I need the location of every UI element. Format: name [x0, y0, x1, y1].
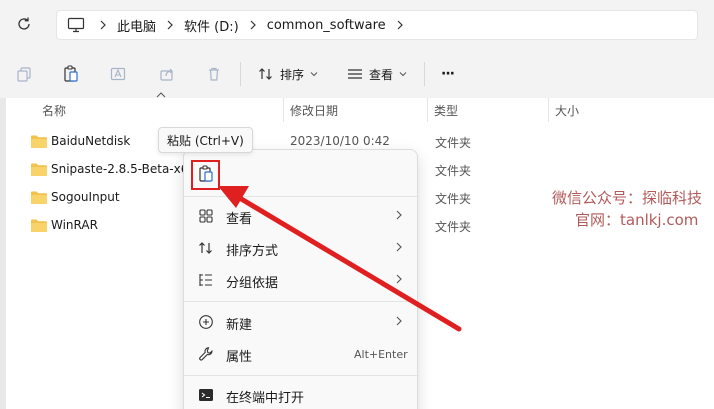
paste-highlight-box [191, 160, 220, 190]
sort-button[interactable]: 排序 [258, 62, 318, 86]
chevron-right-icon [396, 274, 402, 284]
trash-icon [209, 67, 219, 81]
folder-icon [31, 191, 47, 204]
column-header-size[interactable]: 大小 [555, 102, 579, 119]
breadcrumb-drive-d[interactable]: 软件 (D:) [184, 16, 239, 35]
column-header-type[interactable]: 类型 [434, 102, 458, 119]
menu-divider [184, 196, 419, 197]
chevron-right-icon[interactable] [239, 10, 267, 40]
breadcrumb-this-pc[interactable]: 此电脑 [117, 16, 156, 35]
menu-item-new[interactable]: 新建 [184, 306, 419, 338]
breadcrumb-common-software[interactable]: common_software [267, 18, 386, 33]
paste-tooltip: 粘贴 (Ctrl+V) [158, 127, 253, 153]
chevron-down-icon [399, 72, 407, 77]
file-name: SogouInput [51, 190, 120, 204]
plus-circle-icon [198, 314, 214, 330]
chevron-right-icon[interactable] [156, 10, 184, 40]
context-menu: 查看 排序方式 分组依据 新建 属性 Alt+Enter 在终端中打开 [183, 149, 419, 409]
grid-icon [198, 208, 214, 224]
chevron-right-icon[interactable] [386, 10, 414, 40]
group-icon [198, 272, 214, 288]
file-name: BaiduNetdisk [51, 134, 131, 148]
toolbar-divider [424, 62, 425, 86]
file-type: 文件夹 [435, 136, 472, 150]
computer-icon [67, 10, 89, 40]
more-options-button[interactable]: ··· [441, 62, 455, 86]
rename-button[interactable] [106, 62, 130, 86]
view-button[interactable]: 查看 [347, 62, 407, 86]
copy-icon [17, 67, 31, 82]
column-header-date[interactable]: 修改日期 [290, 102, 338, 119]
folder-icon [31, 135, 47, 148]
menu-divider [184, 375, 419, 376]
menu-item-sort-by[interactable]: 排序方式 [184, 232, 419, 264]
menu-item-group-by[interactable]: 分组依据 [184, 264, 419, 296]
file-type: 文件夹 [435, 220, 472, 234]
file-name: Snipaste-2.8.5-Beta-x64 [51, 162, 197, 176]
menu-item-label: 属性 [226, 350, 253, 365]
rename-icon [110, 67, 126, 81]
column-divider[interactable] [427, 98, 428, 122]
folder-icon [31, 163, 47, 176]
watermark-wechat: 微信公众号：探临科技 [552, 189, 703, 207]
wrench-icon [198, 346, 214, 362]
refresh-button[interactable] [12, 12, 36, 36]
clipboard-icon [64, 65, 78, 82]
sort-ascending-icon [156, 92, 166, 98]
menu-item-label: 查看 [226, 212, 253, 227]
sort-icon [198, 240, 214, 256]
sort-icon [259, 68, 272, 80]
context-menu-quick-actions [184, 150, 419, 196]
file-date: 2023/10/10 0:42 [290, 134, 390, 148]
chevron-down-icon [310, 72, 318, 77]
sort-label: 排序 [280, 67, 305, 82]
column-header-name[interactable]: 名称 [42, 102, 66, 119]
chevron-right-icon [396, 210, 402, 220]
toolbar-divider [240, 62, 241, 86]
file-type: 文件夹 [435, 192, 472, 206]
menu-item-properties[interactable]: 属性 Alt+Enter [184, 338, 419, 370]
chevron-right-icon[interactable] [89, 10, 117, 40]
folder-icon [31, 219, 47, 232]
file-name: WinRAR [51, 218, 98, 232]
list-view-icon [348, 69, 362, 79]
delete-button[interactable] [202, 62, 226, 86]
menu-item-shortcut: Alt+Enter [354, 348, 408, 361]
menu-item-label: 新建 [226, 318, 253, 333]
refresh-icon [18, 17, 30, 30]
file-type: 文件夹 [435, 164, 472, 178]
paste-toolbar-button[interactable] [59, 62, 83, 86]
breadcrumb[interactable]: 此电脑 软件 (D:) common_software [56, 10, 698, 40]
menu-item-label: 分组依据 [226, 276, 279, 291]
menu-item-view[interactable]: 查看 [184, 200, 419, 232]
navigation-pane-edge [0, 98, 6, 409]
chevron-right-icon [396, 242, 402, 252]
menu-item-label: 在终端中打开 [226, 391, 305, 406]
share-icon [160, 68, 173, 81]
share-button[interactable] [155, 62, 179, 86]
view-label: 查看 [369, 67, 394, 82]
command-bar: 排序 查看 ··· [0, 50, 714, 98]
column-divider[interactable] [548, 98, 549, 122]
menu-item-open-in-terminal[interactable]: 在终端中打开 [184, 379, 419, 409]
menu-item-label: 排序方式 [226, 244, 279, 259]
menu-divider [184, 301, 419, 302]
copy-button[interactable] [12, 62, 36, 86]
watermark-website: 官网：tanlkj.com [575, 211, 699, 229]
terminal-icon [198, 387, 214, 403]
chevron-right-icon [396, 316, 402, 326]
column-divider[interactable] [283, 98, 284, 122]
address-row: 此电脑 软件 (D:) common_software [0, 0, 714, 50]
more-icon: ··· [441, 66, 455, 82]
